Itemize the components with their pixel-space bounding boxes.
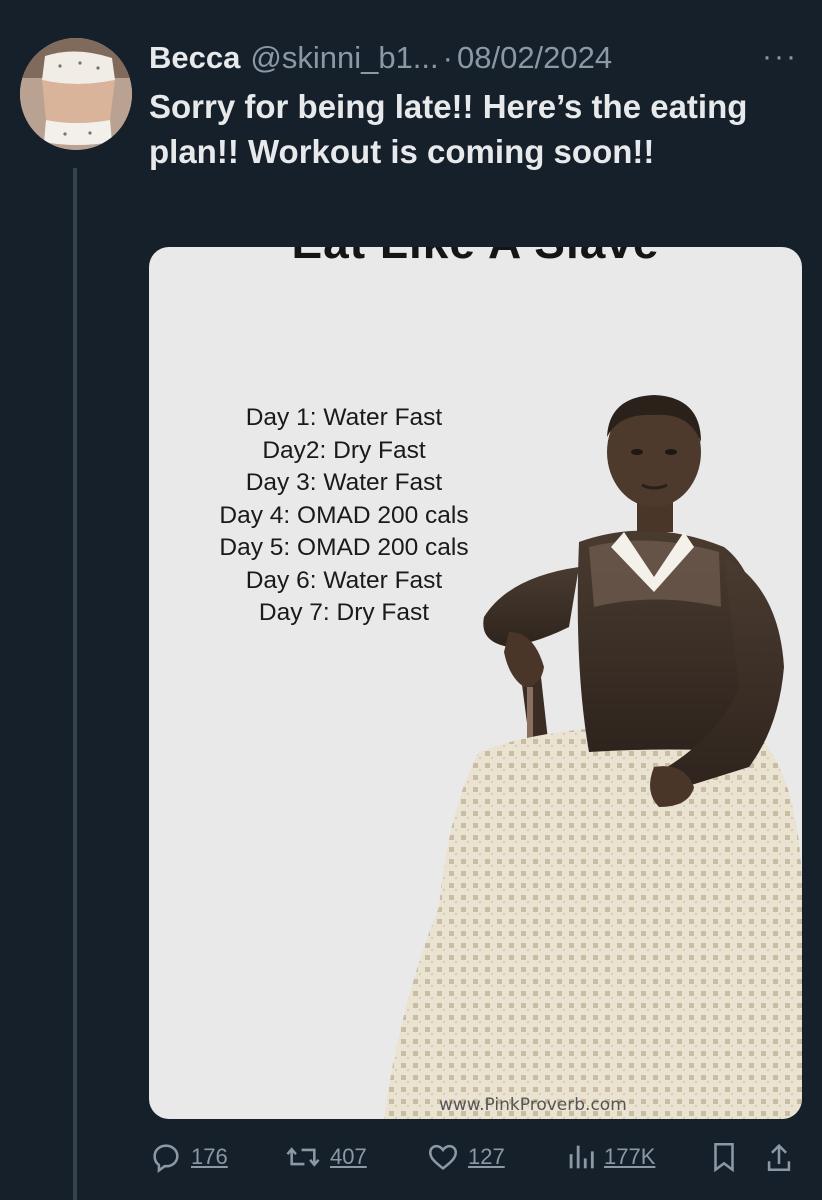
retweet-button[interactable]: 407 (284, 1140, 367, 1174)
retweet-icon (286, 1147, 320, 1167)
portrait-illustration (384, 395, 802, 1119)
bookmark-button[interactable] (709, 1140, 739, 1174)
like-button[interactable]: 127 (426, 1140, 505, 1174)
retweet-count[interactable]: 407 (330, 1144, 367, 1170)
plan-day-4: Day 4: OMAD 200 cals (219, 501, 469, 529)
views-chart-icon (569, 1145, 594, 1169)
tweet-date[interactable]: 08/02/2024 (457, 40, 612, 76)
separator-dot: · (442, 40, 453, 75)
user-handle[interactable]: @skinni_b1... (250, 40, 438, 76)
display-name[interactable]: Becca (149, 40, 240, 76)
image-watermark: www.PinkProverb.com (439, 1095, 627, 1115)
thread-line (73, 168, 77, 1200)
plan-day-1: Day 1: Water Fast (245, 404, 443, 431)
reply-icon (153, 1144, 179, 1174)
plan-day-2: Day2: Dry Fast (262, 436, 426, 464)
plan-day-5: Day 5: OMAD 200 cals (219, 534, 469, 561)
tweet-media-image[interactable]: Eat Like A Slave Day 1: Water Fast Day2:… (149, 247, 802, 1119)
heart-icon (428, 1144, 458, 1170)
eating-plan-list: Day 1: Water Fast Day2: Dry Fast Day 3: … (149, 402, 539, 630)
tweet-header: Becca @skinni_b1... · 08/02/2024 ··· (149, 38, 798, 78)
plan-day-7: Day 7: Dry Fast (258, 599, 430, 626)
share-icon (767, 1143, 791, 1172)
image-title: Eat Like A Slave (149, 247, 802, 269)
reply-count[interactable]: 176 (191, 1144, 228, 1170)
avatar[interactable] (20, 38, 132, 150)
tweet-text: Sorry for being late!! Here’s the eating… (149, 88, 748, 170)
bookmark-icon (714, 1142, 734, 1173)
view-count[interactable]: 177K (604, 1144, 655, 1170)
views-button[interactable]: 177K (566, 1140, 655, 1174)
tweet-actions: 176 407 127 177K (149, 1140, 798, 1184)
plan-day-6: Day 6: Water Fast (245, 566, 443, 594)
like-count[interactable]: 127 (468, 1144, 505, 1170)
reply-button[interactable]: 176 (149, 1140, 228, 1174)
plan-day-3: Day 3: Water Fast (245, 469, 443, 496)
share-button[interactable] (764, 1140, 794, 1174)
avatar-photo (20, 38, 132, 150)
more-horizontal-icon[interactable]: ··· (762, 40, 798, 74)
